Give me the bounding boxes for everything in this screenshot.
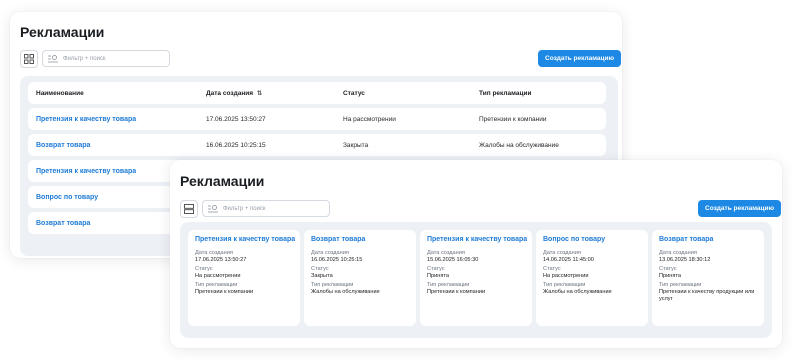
- status-value: На рассмотрении: [543, 273, 589, 279]
- type-label: Тип рекламации: [311, 282, 354, 288]
- column-header-status[interactable]: Статус: [343, 82, 365, 104]
- page-title: Рекламации: [180, 173, 265, 189]
- date-label: Дата создания: [427, 250, 465, 256]
- grid-icon: [24, 54, 34, 64]
- type-label: Тип рекламации: [543, 282, 586, 288]
- complaint-cards: Претензия к качеству товара Дата создани…: [180, 222, 772, 338]
- complaint-title-link[interactable]: Вопрос по товару: [543, 236, 641, 243]
- status-label: Статус: [195, 266, 213, 272]
- complaint-title-link[interactable]: Претензия к качеству товара: [427, 236, 527, 243]
- status-value: Закрыта: [311, 273, 333, 279]
- column-header-type[interactable]: Тип рекламации: [479, 82, 531, 104]
- type-label: Тип рекламации: [195, 282, 238, 288]
- date-value: 13.06.2025 18:30:12: [659, 257, 711, 263]
- grid-view-toggle[interactable]: [20, 50, 38, 68]
- list-view-toggle[interactable]: [180, 200, 198, 218]
- card-view-panel: Рекламации Создать рекламацию Претензия …: [170, 160, 782, 348]
- date-label: Дата создания: [195, 250, 233, 256]
- type-value: Претензии к компании: [427, 289, 486, 295]
- create-complaint-button[interactable]: Создать рекламацию: [698, 200, 782, 217]
- filter-icon: [48, 54, 58, 62]
- create-complaint-button[interactable]: Создать рекламацию: [538, 50, 622, 67]
- date-value: 16.06.2025 10:25:15: [311, 257, 363, 263]
- filter-search-field[interactable]: [202, 200, 330, 217]
- date-label: Дата создания: [311, 250, 349, 256]
- complaint-title-link[interactable]: Претензия к качеству товара: [195, 236, 295, 243]
- complaint-card[interactable]: Возврат товара Дата создания 13.06.2025 …: [652, 230, 764, 326]
- type-value: Претензии к компании: [195, 289, 254, 295]
- type-cell: Претензии к компании: [479, 115, 547, 123]
- sort-icon[interactable]: ⇅: [257, 90, 262, 97]
- type-value: Жалобы на обслуживание: [311, 289, 380, 295]
- complaint-title-link[interactable]: Возврат товара: [311, 236, 409, 243]
- date-label: Дата создания: [543, 250, 581, 256]
- complaint-card[interactable]: Претензия к качеству товара Дата создани…: [420, 230, 532, 326]
- status-label: Статус: [659, 266, 677, 272]
- status-label: Статус: [311, 266, 329, 272]
- complaint-card[interactable]: Вопрос по товару Дата создания 14.06.202…: [536, 230, 648, 326]
- type-value: Жалобы на обслуживание: [543, 289, 612, 295]
- date-value: 15.06.2025 16:05:30: [427, 257, 479, 263]
- type-label: Тип рекламации: [427, 282, 470, 288]
- table-row[interactable]: Претензия к качеству товара 17.06.2025 1…: [28, 108, 606, 130]
- status-cell: На рассмотрении: [343, 115, 396, 123]
- complaint-title-link[interactable]: Возврат товара: [659, 236, 757, 243]
- complaint-card[interactable]: Претензия к качеству товара Дата создани…: [188, 230, 300, 326]
- type-cell: Жалобы на обслуживание: [479, 141, 559, 149]
- column-header-date[interactable]: Дата создания ⇅: [206, 82, 262, 104]
- column-header-name[interactable]: Наименование: [36, 82, 84, 104]
- date-value: 14.06.2025 11:45:00: [543, 257, 594, 263]
- type-label: Тип рекламации: [659, 282, 702, 288]
- complaint-name-link[interactable]: Претензия к качеству товара: [36, 168, 136, 175]
- rows-icon: [184, 204, 194, 214]
- status-value: Принята: [659, 273, 681, 279]
- complaint-name-link[interactable]: Претензия к качеству товара: [36, 116, 136, 123]
- complaint-card[interactable]: Возврат товара Дата создания 16.06.2025 …: [304, 230, 416, 326]
- type-value: Претензии к качеству продукции или услуг: [659, 289, 755, 302]
- filter-search-field[interactable]: [42, 50, 170, 67]
- table-header-row: Наименование Дата создания ⇅ Статус Тип р…: [28, 82, 606, 104]
- date-value: 17.06.2025 13:50:27: [195, 257, 247, 263]
- date-cell: 17.06.2025 13:50:27: [206, 115, 266, 123]
- status-label: Статус: [427, 266, 445, 272]
- complaint-name-link[interactable]: Вопрос по товару: [36, 194, 98, 201]
- filter-search-input[interactable]: [63, 55, 163, 62]
- page-title: Рекламации: [20, 24, 105, 40]
- complaint-name-link[interactable]: Возврат товара: [36, 220, 90, 227]
- date-cell: 16.06.2025 10:25:15: [206, 141, 266, 149]
- status-cell: Закрыта: [343, 141, 369, 149]
- table-row[interactable]: Возврат товара 16.06.2025 10:25:15 Закры…: [28, 134, 606, 156]
- status-value: Принята: [427, 273, 449, 279]
- status-value: На рассмотрении: [195, 273, 241, 279]
- date-label: Дата создания: [659, 250, 697, 256]
- filter-icon: [208, 204, 218, 212]
- filter-search-input[interactable]: [223, 205, 323, 212]
- status-label: Статус: [543, 266, 561, 272]
- complaint-name-link[interactable]: Возврат товара: [36, 142, 90, 149]
